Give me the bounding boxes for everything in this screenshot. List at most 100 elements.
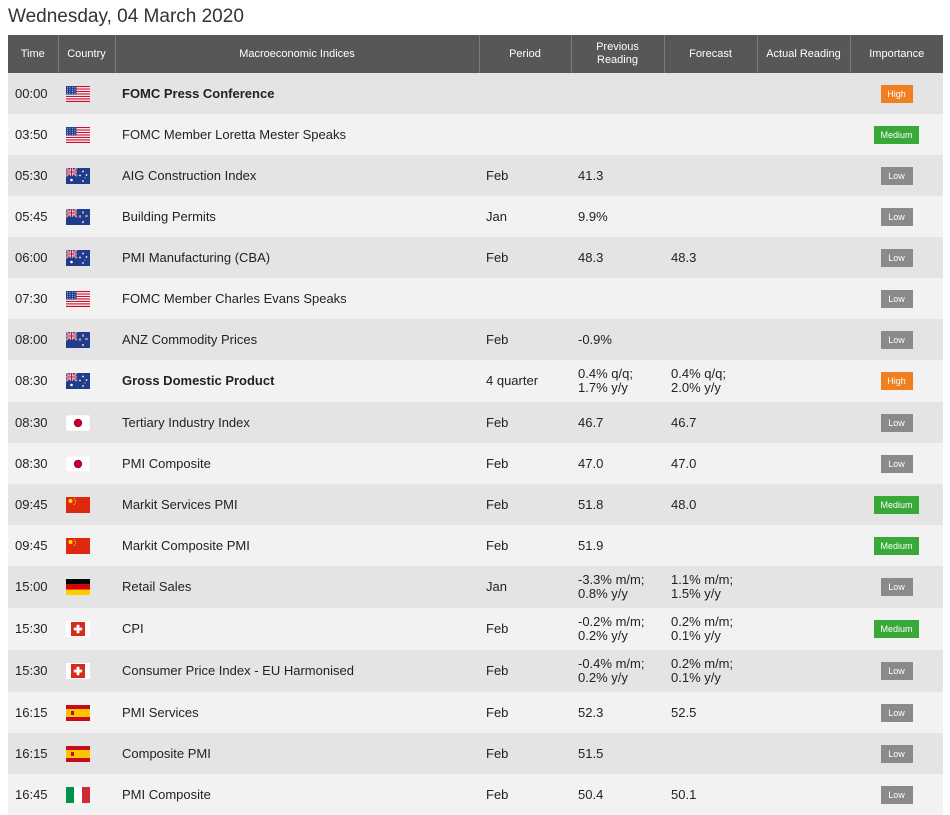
previous-reading: -0.2% m/m; 0.2% y/y	[571, 608, 664, 650]
header-time: Time	[8, 35, 58, 73]
event-name: Retail Sales	[115, 566, 479, 608]
actual-reading	[757, 237, 850, 278]
event-row[interactable]: 09:45 Markit Composite PMI Feb 51.9 Medium	[8, 525, 943, 566]
event-time: 08:00	[8, 319, 58, 360]
event-name: ANZ Commodity Prices	[115, 319, 479, 360]
importance-cell: Low	[850, 650, 943, 692]
header-indices: Macroeconomic Indices	[114, 35, 479, 73]
forecast-value	[664, 525, 757, 566]
event-row[interactable]: 08:30 Tertiary Industry Index Feb 46.7 46.7 L…	[8, 402, 943, 443]
event-row[interactable]: 00:00 FOMC Press Conference High	[8, 73, 943, 114]
event-name: PMI Composite	[115, 774, 479, 815]
event-name: PMI Composite	[115, 443, 479, 484]
importance-badge: Low	[880, 207, 913, 226]
forecast-value	[664, 733, 757, 774]
actual-reading	[757, 692, 850, 733]
event-period: Feb	[479, 319, 571, 360]
event-time: 09:45	[8, 484, 58, 525]
actual-reading	[757, 650, 850, 692]
event-row[interactable]: 07:30 FOMC Member Charles Evans Speaks Low	[8, 278, 943, 319]
previous-reading: -0.4% m/m; 0.2% y/y	[571, 650, 664, 692]
event-period: Feb	[479, 443, 571, 484]
event-row[interactable]: 15:30 CPI Feb -0.2% m/m; 0.2% y/y 0.2% m/m; 0.…	[8, 608, 943, 650]
forecast-value: 50.1	[664, 774, 757, 815]
previous-reading: 0.4% q/q; 1.7% y/y	[571, 360, 664, 402]
event-row[interactable]: 15:30 Consumer Price Index - EU Harmonise…	[8, 650, 943, 692]
event-period: Feb	[479, 525, 571, 566]
event-row[interactable]: 05:45 Building Permits Jan 9.9% Low	[8, 196, 943, 237]
importance-badge: Low	[880, 744, 913, 763]
event-row[interactable]: 08:00 ANZ Commodity Prices Feb -0.9% Low	[8, 319, 943, 360]
cn-flag-icon	[66, 496, 90, 513]
country-cell	[58, 692, 115, 733]
value-line: -3.3% m/m;	[578, 572, 645, 587]
country-cell	[58, 774, 115, 815]
actual-reading	[757, 733, 850, 774]
forecast-value: 1.1% m/m; 1.5% y/y	[664, 566, 757, 608]
actual-reading	[757, 566, 850, 608]
importance-badge: Low	[880, 703, 913, 722]
event-row[interactable]: 16:45 PMI Composite Feb 50.4 50.1 Low	[8, 774, 943, 815]
importance-badge: Low	[880, 330, 913, 349]
event-row[interactable]: 06:00 PMI Manufacturing (CBA) Feb 48.3 48.3 L…	[8, 237, 943, 278]
value-line: 0.2% y/y	[578, 628, 628, 643]
forecast-value: 0.4% q/q; 2.0% y/y	[664, 360, 757, 402]
event-name: Markit Composite PMI	[115, 525, 479, 566]
importance-cell: Low	[850, 774, 943, 815]
event-time: 07:30	[8, 278, 58, 319]
forecast-value	[664, 73, 757, 114]
es-flag-icon	[66, 745, 90, 762]
event-name: Tertiary Industry Index	[115, 402, 479, 443]
event-row[interactable]: 09:45 Markit Services PMI Feb 51.8 48.0 Mediu…	[8, 484, 943, 525]
importance-cell: Medium	[850, 114, 943, 155]
event-row[interactable]: 16:15 PMI Services Feb 52.3 52.5 Low	[8, 692, 943, 733]
importance-cell: Low	[850, 692, 943, 733]
forecast-value: 48.3	[664, 237, 757, 278]
event-period: Feb	[479, 692, 571, 733]
value-line: 0.2% m/m;	[671, 614, 734, 629]
importance-badge: Medium	[874, 495, 919, 514]
event-row[interactable]: 16:15 Composite PMI Feb 51.5 Low	[8, 733, 943, 774]
event-name: Consumer Price Index - EU Harmonised	[115, 650, 479, 692]
forecast-value: 46.7	[664, 402, 757, 443]
importance-badge: Low	[880, 578, 913, 596]
event-row[interactable]: 05:30 AIG Construction Index Feb 41.3 Low	[8, 155, 943, 196]
previous-reading: -3.3% m/m; 0.8% y/y	[571, 566, 664, 608]
table-header-row: Time Country Macroeconomic Indices Perio…	[8, 35, 943, 73]
importance-badge: Medium	[874, 620, 919, 638]
actual-reading	[757, 608, 850, 650]
country-cell	[58, 319, 115, 360]
event-row[interactable]: 08:30 Gross Domestic Product 4 quarter 0.4%…	[8, 360, 943, 402]
event-time: 05:45	[8, 196, 58, 237]
it-flag-icon	[66, 786, 90, 803]
event-name: PMI Services	[115, 692, 479, 733]
importance-cell: High	[850, 73, 943, 114]
event-time: 16:45	[8, 774, 58, 815]
event-period: Feb	[479, 774, 571, 815]
event-name: Markit Services PMI	[115, 484, 479, 525]
es-flag-icon	[66, 704, 90, 721]
event-name: AIG Construction Index	[115, 155, 479, 196]
event-name: FOMC Member Charles Evans Speaks	[115, 278, 479, 319]
event-row[interactable]: 08:30 PMI Composite Feb 47.0 47.0 Low	[8, 443, 943, 484]
de-flag-icon	[66, 579, 90, 595]
actual-reading	[757, 774, 850, 815]
forecast-value	[664, 155, 757, 196]
event-period	[479, 114, 571, 155]
importance-badge: Low	[880, 289, 913, 308]
event-row[interactable]: 03:50 FOMC Member Loretta Mester Speaks Me…	[8, 114, 943, 155]
forecast-value	[664, 114, 757, 155]
event-row[interactable]: 15:00 Retail Sales Jan -3.3% m/m; 0.8% y/y 1.…	[8, 566, 943, 608]
actual-reading	[757, 278, 850, 319]
value-line: 0.2% m/m;	[671, 656, 734, 671]
importance-cell: Medium	[850, 484, 943, 525]
event-period: Feb	[479, 155, 571, 196]
event-name: FOMC Press Conference	[115, 73, 479, 114]
importance-cell: Low	[850, 319, 943, 360]
event-time: 08:30	[8, 443, 58, 484]
country-cell	[58, 278, 115, 319]
forecast-value: 47.0	[664, 443, 757, 484]
event-period: Feb	[479, 650, 571, 692]
event-time: 08:30	[8, 360, 58, 402]
previous-reading: 50.4	[571, 774, 664, 815]
